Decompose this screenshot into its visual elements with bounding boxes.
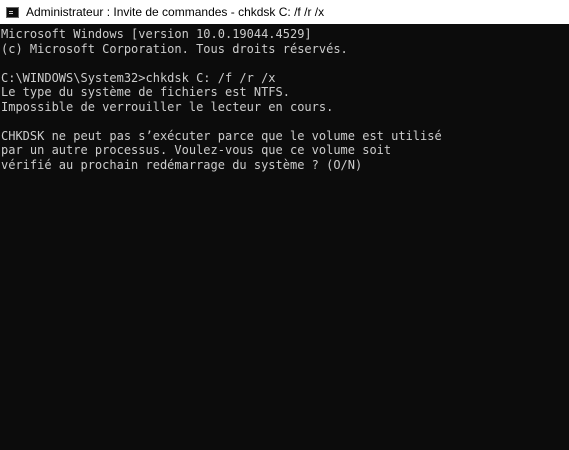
console-line: C:\WINDOWS\System32>chkdsk C: /f /r /x [1, 70, 276, 85]
console-line: Microsoft Windows [version 10.0.19044.45… [1, 27, 312, 41]
console-line: Le type du système de fichiers est NTFS. [1, 85, 290, 99]
command-prompt-window: Administrateur : Invite de commandes - c… [0, 0, 569, 450]
window-title: Administrateur : Invite de commandes - c… [26, 5, 325, 19]
console-line: vérifié au prochain redémarrage du systè… [1, 157, 363, 172]
cmd-icon [6, 6, 19, 18]
console-line: (c) Microsoft Corporation. Tous droits r… [1, 41, 348, 56]
console-line: Impossible de verrouiller le lecteur en … [1, 99, 334, 114]
title-bar[interactable]: Administrateur : Invite de commandes - c… [0, 0, 569, 24]
console-output[interactable]: Microsoft Windows [version 10.0.19044.45… [0, 24, 569, 450]
console-line: CHKDSK ne peut pas s’exécuter parce que … [1, 128, 442, 143]
console-line: par un autre processus. Voulez-vous que … [1, 143, 392, 157]
